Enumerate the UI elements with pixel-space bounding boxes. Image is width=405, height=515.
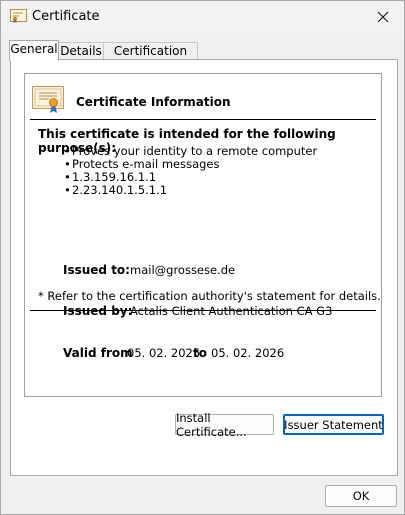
issued-by-label: Issued by: xyxy=(63,304,133,318)
ok-button[interactable]: OK xyxy=(325,485,397,507)
certificate-icon xyxy=(10,9,27,23)
certificate-info-title: Certificate Information xyxy=(76,95,231,109)
issued-to-label: Issued to: xyxy=(63,263,130,277)
list-item: 2.23.140.1.5.1.1 xyxy=(64,184,317,197)
window-title: Certificate xyxy=(32,9,100,24)
title-bar: Certificate xyxy=(1,1,404,33)
separator xyxy=(30,119,376,120)
refer-note: * Refer to the certification authority's… xyxy=(38,289,381,303)
issued-by-value: Actalis Client Authentication CA G3 xyxy=(130,304,333,318)
valid-from-label: Valid from xyxy=(63,346,133,360)
certificate-dialog: Certificate General Details Certificatio… xyxy=(0,0,405,515)
tab-general[interactable]: General xyxy=(9,40,59,61)
valid-from-value: 05. 02. 2025 xyxy=(127,346,201,360)
tab-details[interactable]: Details xyxy=(58,42,104,60)
general-tab-panel: Certificate Information This certificate… xyxy=(10,59,398,476)
close-button[interactable] xyxy=(362,1,404,33)
issuer-statement-button[interactable]: Issuer Statement xyxy=(283,414,384,435)
close-icon xyxy=(377,11,389,23)
purpose-list: Proves your identity to a remote compute… xyxy=(64,145,317,197)
certificate-ribbon-icon xyxy=(32,86,64,113)
install-certificate-button[interactable]: Install Certificate... xyxy=(175,411,274,439)
valid-to-label: to xyxy=(193,346,207,360)
valid-to-value: 05. 02. 2026 xyxy=(211,346,285,360)
tab-certification-path[interactable]: Certification Path xyxy=(103,42,198,75)
issued-to-value: mail@grossese.de xyxy=(130,263,236,277)
